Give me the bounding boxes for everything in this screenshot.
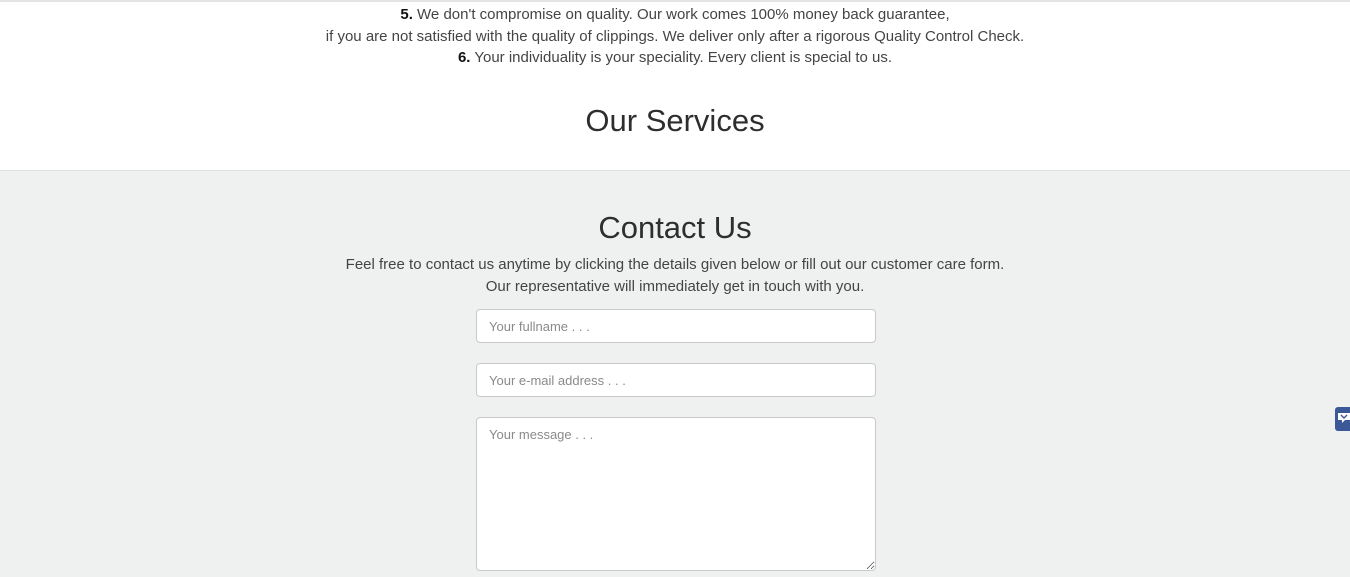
feature-text-continued: if you are not satisfied with the qualit… <box>325 27 1025 45</box>
chat-bubble-icon <box>1338 413 1350 423</box>
feature-number: 5. <box>400 6 413 23</box>
feature-item-5: 5. We don't compromise on quality. Our w… <box>0 4 1350 26</box>
contact-intro-line: Feel free to contact us anytime by click… <box>345 256 1005 273</box>
feature-text: Your individuality is your speciality. E… <box>474 49 893 66</box>
contact-intro-line: Our representative will immediately get … <box>485 278 865 295</box>
services-title: Our Services <box>585 103 765 138</box>
fullname-input[interactable] <box>476 309 876 343</box>
contact-intro: Feel free to contact us anytime by click… <box>0 254 1350 298</box>
contact-section: Contact Us Feel free to contact us anyti… <box>0 170 1350 577</box>
features-list: 5. We don't compromise on quality. Our w… <box>0 4 1350 69</box>
top-divider <box>0 0 1350 2</box>
email-input[interactable] <box>476 363 876 397</box>
contact-title: Contact Us <box>598 210 752 245</box>
feature-item-6: 6. Your individuality is your speciality… <box>0 47 1350 69</box>
feature-text: We don't compromise on quality. Our work… <box>417 6 950 23</box>
side-chat-tab[interactable] <box>1335 407 1350 431</box>
message-textarea[interactable] <box>476 417 876 571</box>
feature-number: 6. <box>457 49 471 66</box>
page: 5. We don't compromise on quality. Our w… <box>0 0 1350 577</box>
